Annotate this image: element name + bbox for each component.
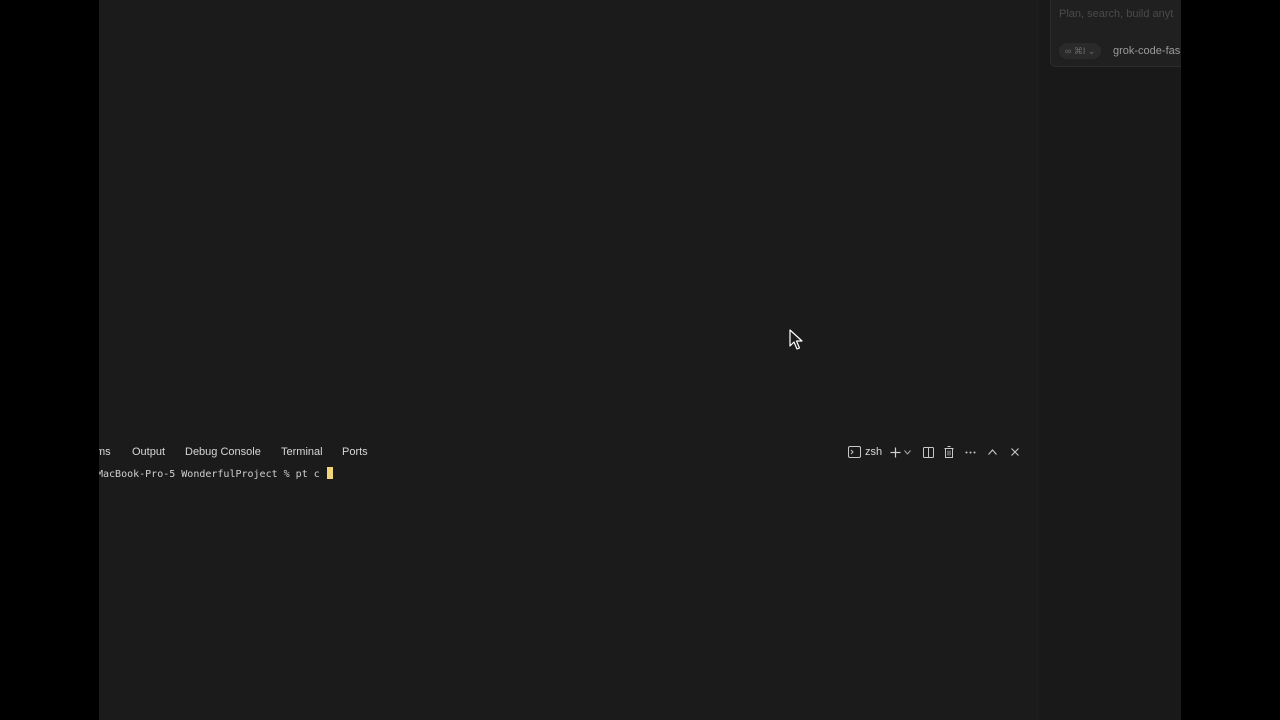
panel-tabbar: ms Output Debug Console Terminal Ports z…	[99, 440, 1037, 464]
tab-output[interactable]: Output	[132, 446, 165, 458]
close-icon[interactable]	[1010, 444, 1020, 460]
app-window: Plan, search, build anyt ∞ ⌘I ⌄ grok-cod…	[99, 0, 1181, 720]
bottom-panel: ms Output Debug Console Terminal Ports z…	[99, 440, 1037, 720]
chat-placeholder[interactable]: Plan, search, build anyt	[1059, 8, 1173, 20]
agent-mode-pill[interactable]: ∞ ⌘I ⌄	[1059, 43, 1102, 59]
tab-terminal[interactable]: Terminal	[281, 446, 323, 458]
tab-problems[interactable]: ms	[99, 446, 111, 458]
chevron-down-icon[interactable]	[903, 444, 911, 460]
terminal-cursor	[326, 467, 333, 479]
more-icon[interactable]	[964, 444, 976, 460]
terminal-prompt: MacBook-Pro-5 WonderfulProject % pt c	[99, 469, 326, 480]
shell-name[interactable]: zsh	[865, 444, 882, 460]
chevron-up-icon[interactable]	[987, 444, 997, 460]
split-icon[interactable]	[922, 444, 934, 460]
mouse-pointer-icon	[789, 329, 803, 350]
plus-icon[interactable]	[889, 444, 901, 460]
chat-sidebar: Plan, search, build anyt ∞ ⌘I ⌄ grok-cod…	[1037, 0, 1181, 720]
tab-debug-console[interactable]: Debug Console	[185, 446, 261, 458]
trash-icon[interactable]	[943, 444, 955, 460]
model-selector[interactable]: grok-code-fas	[1113, 45, 1180, 57]
terminal-prompt-line[interactable]: MacBook-Pro-5 WonderfulProject % pt c	[99, 467, 333, 480]
tab-ports[interactable]: Ports	[342, 446, 368, 458]
terminal-icon[interactable]	[847, 444, 861, 460]
editor-area[interactable]	[99, 0, 1037, 440]
chat-input-card[interactable]: Plan, search, build anyt ∞ ⌘I ⌄ grok-cod…	[1050, 0, 1181, 67]
